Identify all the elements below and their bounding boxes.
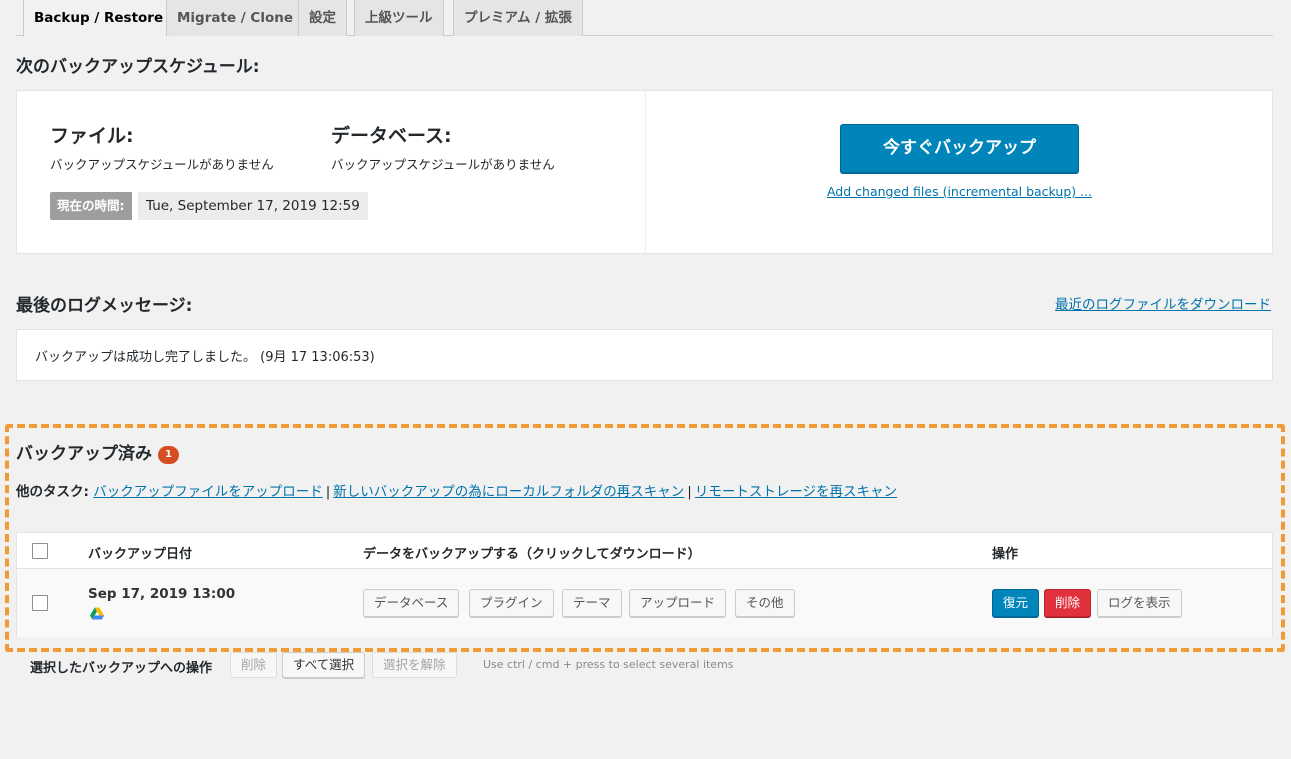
log-message-box: バックアップは成功し完了しました。 (9月 17 13:06:53) <box>16 329 1273 381</box>
tab-advanced-tools[interactable]: 上級ツール <box>354 0 444 36</box>
files-schedule-value: バックアップスケジュールがありません <box>50 157 274 172</box>
bulk-delete-button[interactable]: 削除 <box>230 652 278 678</box>
database-label: データベース: <box>331 125 452 147</box>
schedule-panel: ファイル: バックアップスケジュールがありません データベース: バックアップス… <box>16 90 1273 254</box>
download-log-link[interactable]: 最近のログファイルをダウンロード <box>1055 293 1271 313</box>
upload-backup-files-link[interactable]: バックアップファイルをアップロード <box>93 484 323 500</box>
current-time-label: 現在の時間: <box>50 192 132 220</box>
tab-settings[interactable]: 設定 <box>298 0 347 36</box>
log-message: バックアップは成功し完了しました。 (9月 17 13:06:53) <box>35 350 375 365</box>
tab-premium-extensions[interactable]: プレミアム / 拡張 <box>453 0 583 36</box>
files-schedule: ファイル: バックアップスケジュールがありません <box>50 121 274 173</box>
col-backup-date: バックアップ日付 <box>88 547 193 562</box>
col-actions: 操作 <box>992 547 1019 562</box>
database-schedule-value: バックアップスケジュールがありません <box>331 157 555 172</box>
delete-backup-button[interactable]: 削除 <box>1044 589 1092 617</box>
rescan-local-folder-link[interactable]: 新しいバックアップの為にローカルフォルダの再スキャン <box>333 484 684 500</box>
tab-backup-restore[interactable]: Backup / Restore <box>23 0 175 37</box>
download-plugins-button[interactable]: プラグイン <box>469 589 554 617</box>
row-select-checkbox[interactable] <box>32 595 48 611</box>
rescan-remote-storage-link[interactable]: リモートストレージを再スキャン <box>695 484 897 500</box>
backup-date: Sep 17, 2019 13:00 <box>88 586 236 602</box>
database-schedule: データベース: バックアップスケジュールがありません <box>331 121 555 173</box>
nav-tabs: Backup / Restore Migrate / Clone 設定 上級ツー… <box>16 0 1273 37</box>
restore-button[interactable]: 復元 <box>992 589 1040 617</box>
task-separator: | <box>687 484 692 500</box>
select-all-button[interactable]: すべて選択 <box>282 652 366 678</box>
tab-migrate-clone[interactable]: Migrate / Clone <box>166 0 305 36</box>
google-drive-icon <box>90 607 104 620</box>
incremental-backup-link[interactable]: Add changed files (incremental backup) .… <box>797 184 1122 199</box>
view-log-button[interactable]: ログを表示 <box>1097 589 1182 617</box>
backup-count-badge: 1 <box>158 446 179 464</box>
current-time-value: Tue, September 17, 2019 12:59 <box>138 192 368 220</box>
download-themes-button[interactable]: テーマ <box>562 589 622 617</box>
schedule-heading: 次のバックアップスケジュール: <box>16 57 260 77</box>
col-backup-data: データをバックアップする（クリックしてダウンロード） <box>363 547 701 562</box>
other-tasks: 他のタスク: バックアップファイルをアップロード | 新しいバックアップの為にローカ… <box>16 480 897 500</box>
schedule-info: ファイル: バックアップスケジュールがありません データベース: バックアップス… <box>17 91 646 253</box>
bulk-actions-label: 選択したバックアップへの操作 <box>30 661 213 676</box>
select-all-checkbox[interactable] <box>32 543 48 559</box>
other-tasks-label: 他のタスク: <box>16 484 89 500</box>
download-others-button[interactable]: その他 <box>735 589 795 617</box>
task-separator: | <box>325 484 331 500</box>
download-uploads-button[interactable]: アップロード <box>629 589 727 617</box>
existing-backups-heading: バックアップ済み 1 <box>16 439 179 464</box>
existing-backups-table: バックアップ日付 データをバックアップする（クリックしてダウンロード） 操作 S… <box>16 532 1273 637</box>
multi-select-hint: Use ctrl / cmd + press to select several… <box>483 658 734 671</box>
download-database-button[interactable]: データベース <box>363 589 460 617</box>
log-heading: 最後のログメッセージ: <box>16 296 193 316</box>
files-label: ファイル: <box>50 125 134 147</box>
backup-now-button[interactable]: 今すぐバックアップ <box>840 124 1079 173</box>
deselect-button[interactable]: 選択を解除 <box>372 652 457 678</box>
table-row: Sep 17, 2019 13:00 データベース プラグイン テーマ アップロ… <box>17 569 1272 637</box>
table-header: バックアップ日付 データをバックアップする（クリックしてダウンロード） 操作 <box>17 533 1272 569</box>
existing-backups-title: バックアップ済み <box>16 444 152 464</box>
